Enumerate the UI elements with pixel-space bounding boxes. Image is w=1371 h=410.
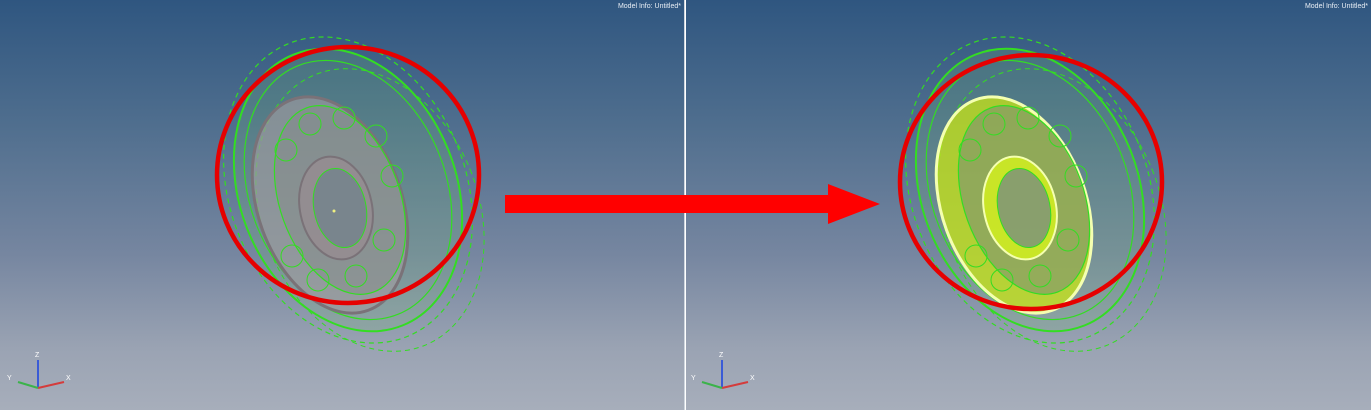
axis-label-y: Y [7,375,12,382]
axis-label-z: Z [719,352,724,359]
axis-label-x: X [66,375,71,382]
axis-label-x: X [750,375,755,382]
gear-model-left[interactable] [0,0,684,410]
gear-model-right[interactable] [686,0,1371,410]
axis-label-z: Z [35,352,40,359]
axis-label-y: Y [691,375,696,382]
graphics-viewport-left[interactable]: Model Info: Untitled* Z Y X [0,0,685,410]
coordinate-triad-right: Z Y X [690,346,760,403]
coordinate-triad-left: Z Y X [6,346,76,403]
graphics-viewport-right[interactable]: Model Info: Untitled* Z Y X [686,0,1371,410]
